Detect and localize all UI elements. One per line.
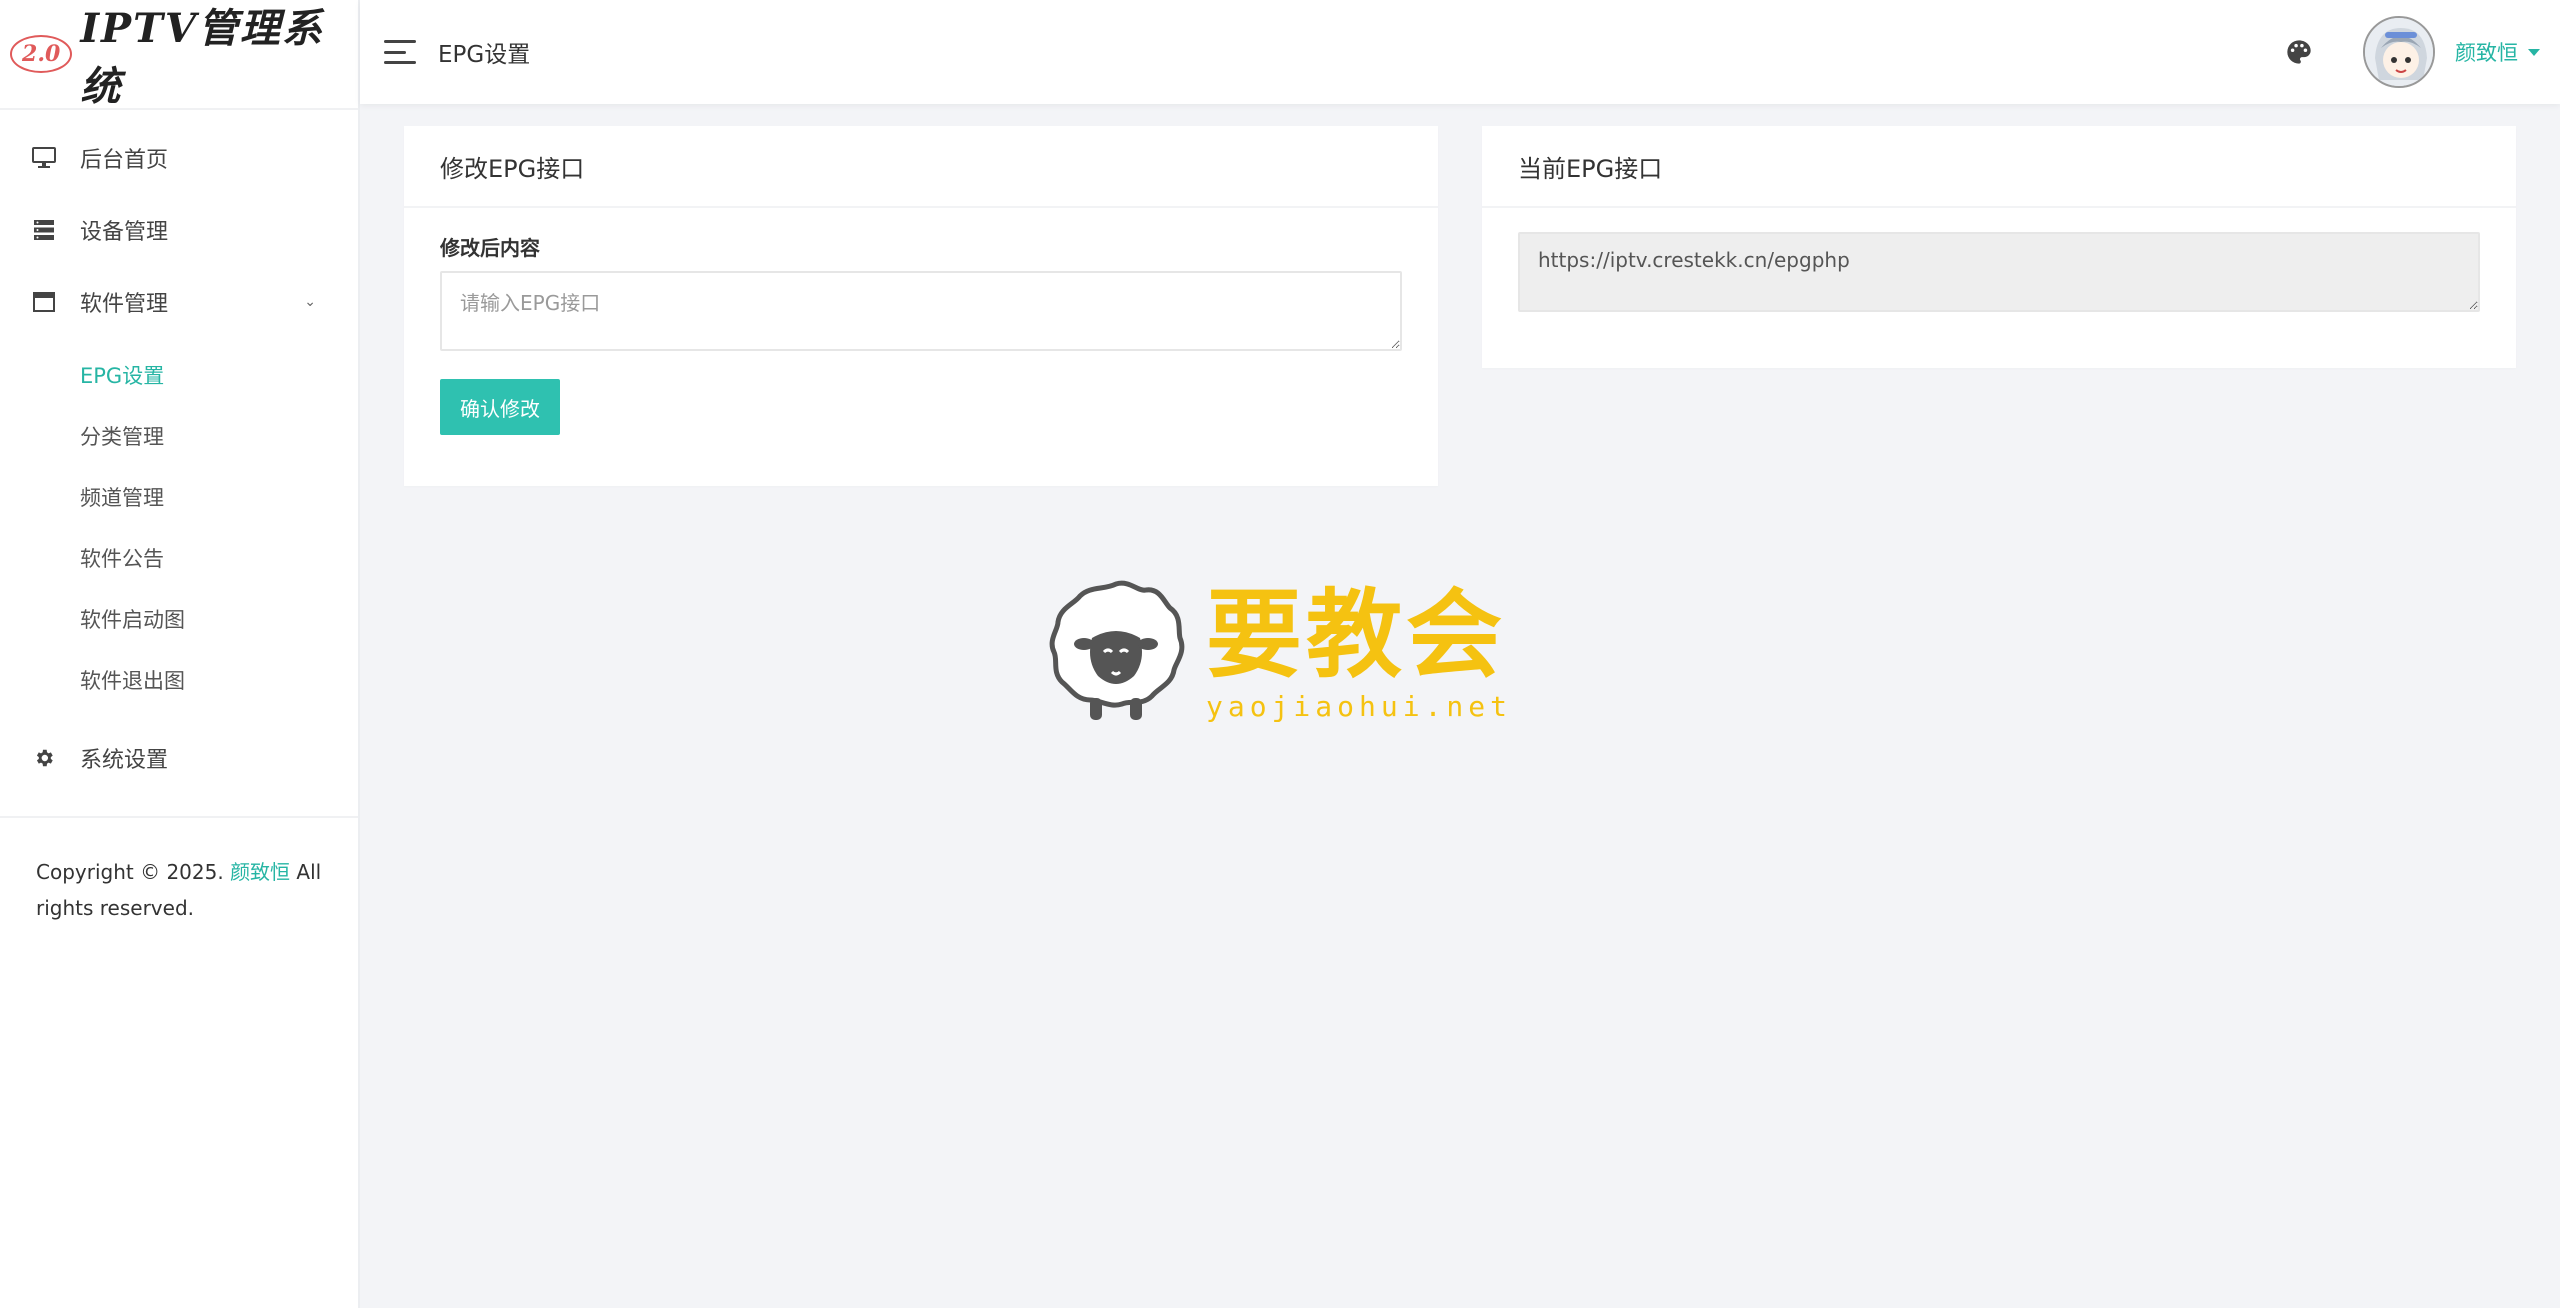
palette-icon[interactable] (2285, 38, 2313, 66)
submenu-item-splash[interactable]: 软件启动图 (0, 588, 358, 649)
submenu-item-announcements[interactable]: 软件公告 (0, 527, 358, 588)
header-right: 颜致恒 (2285, 16, 2540, 88)
sidebar-item-software[interactable]: 软件管理 ⌄ (0, 266, 358, 338)
copyright: Copyright © 2025. 颜致恒 All rights reserve… (0, 818, 358, 926)
chevron-down-icon: ⌄ (304, 294, 316, 310)
copyright-author-link[interactable]: 颜致恒 (230, 860, 290, 884)
current-epg-value[interactable]: https://iptv.crestekk.cn/epgphp (1518, 232, 2480, 312)
avatar[interactable] (2363, 16, 2435, 88)
monitor-icon (32, 146, 56, 170)
caret-down-icon[interactable] (2528, 48, 2540, 56)
watermark-cn: 要教会 (1206, 577, 1506, 691)
submenu-item-categories[interactable]: 分类管理 (0, 405, 358, 466)
watermark-en: yaojiaohui.net (1206, 689, 1513, 723)
copyright-prefix: Copyright © 2025. (36, 860, 224, 884)
sidebar-item-settings[interactable]: 系统设置 (0, 722, 358, 794)
window-icon (32, 290, 56, 314)
page-title: EPG设置 (438, 42, 531, 68)
sheep-logo-icon (1049, 580, 1185, 720)
confirm-button[interactable]: 确认修改 (440, 379, 560, 435)
server-icon (32, 218, 56, 242)
top-header: EPG设置 颜致恒 (360, 0, 2560, 104)
logo-version-badge: 2.0 (10, 35, 73, 73)
sidebar-item-home[interactable]: 后台首页 (0, 122, 358, 194)
software-submenu: EPG设置 分类管理 频道管理 软件公告 软件启动图 软件退出图 (0, 338, 358, 722)
sidebar-item-devices[interactable]: 设备管理 (0, 194, 358, 266)
user-menu-name[interactable]: 颜致恒 (2455, 37, 2518, 67)
watermark-text: 要教会 yaojiaohui.net (1206, 577, 1513, 723)
logo[interactable]: 2.0 IPTV管理系统 (0, 0, 358, 110)
sidebar-nav: 后台首页 设备管理 软件管理 ⌄ EPG设置 分类管理 频道管理 软件公告 软件… (0, 110, 358, 794)
sidebar-item-label: 设备管理 (80, 220, 169, 245)
field-label: 修改后内容 (440, 236, 540, 260)
submenu-item-exit-image[interactable]: 软件退出图 (0, 649, 358, 710)
logo-title: IPTV管理系统 (80, 5, 324, 110)
sidebar-item-label: 系统设置 (80, 748, 169, 773)
watermark: 要教会 yaojiaohui.net (1046, 576, 1512, 726)
sidebar: 2.0 IPTV管理系统 后台首页 设备管理 软件管理 ⌄ EPG设置 分类管理… (0, 0, 360, 1308)
submenu-item-channels[interactable]: 频道管理 (0, 466, 358, 527)
submenu-item-epg[interactable]: EPG设置 (0, 344, 358, 405)
menu-toggle-icon[interactable] (384, 40, 416, 64)
gear-icon (32, 746, 56, 770)
epg-input[interactable] (440, 271, 1402, 351)
current-epg-card: 当前EPG接口 https://iptv.crestekk.cn/epgphp (1482, 126, 2516, 368)
edit-epg-card: 修改EPG接口 修改后内容 确认修改 (404, 126, 1438, 486)
sidebar-item-label: 软件管理 (80, 292, 169, 317)
card-title: 当前EPG接口 (1482, 126, 2516, 208)
sidebar-item-label: 后台首页 (80, 148, 169, 173)
card-title: 修改EPG接口 (404, 126, 1438, 208)
